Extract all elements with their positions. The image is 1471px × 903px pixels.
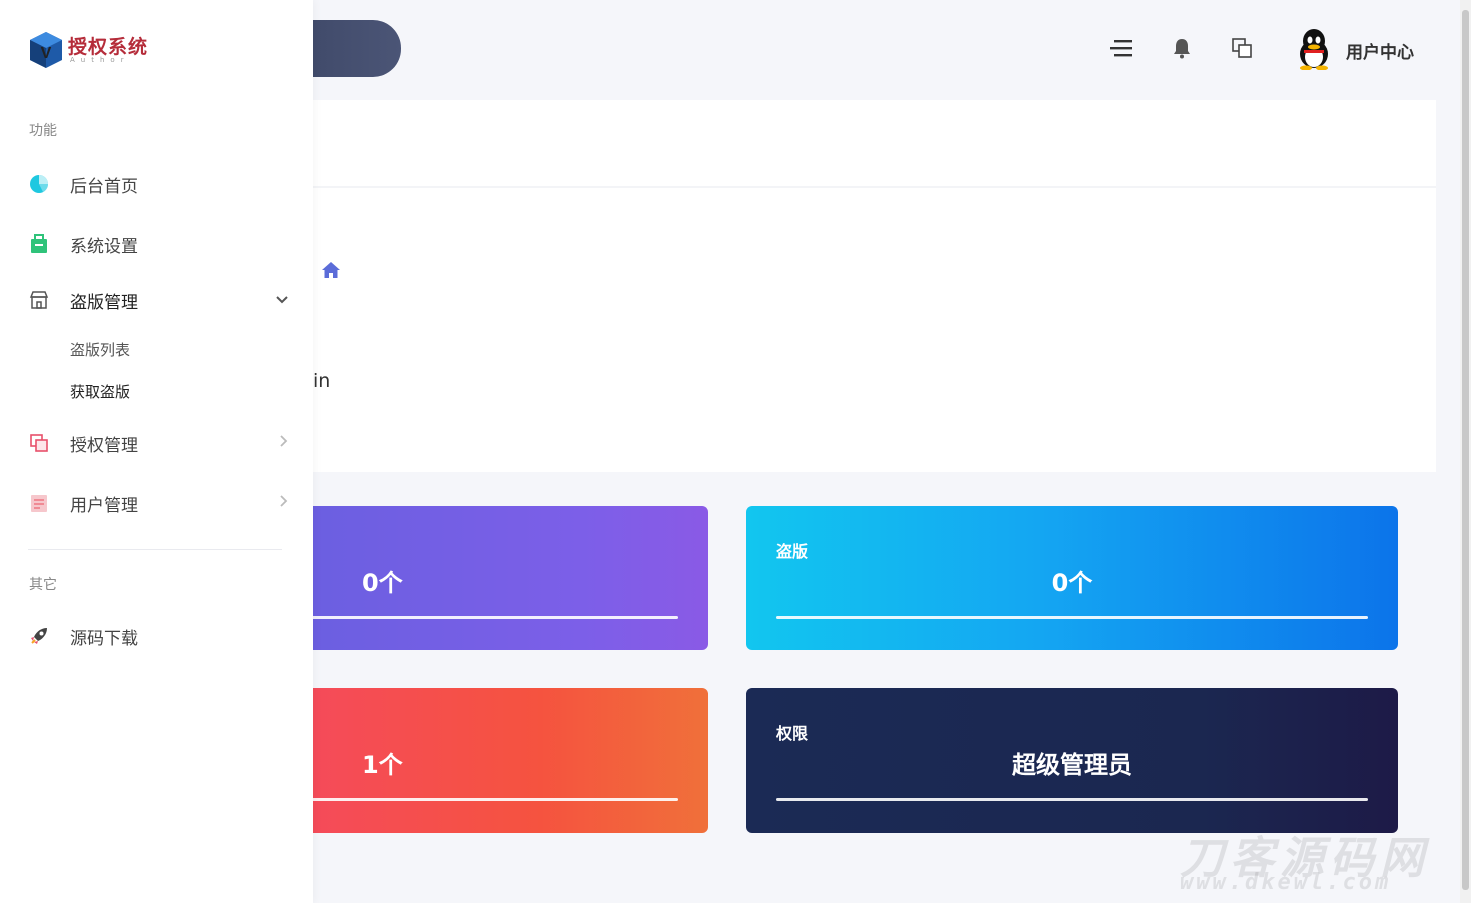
panel-divider xyxy=(312,186,1436,188)
sidebar-item-label: 用户管理 xyxy=(70,495,138,516)
content-panel xyxy=(312,100,1436,472)
section-title-functions: 功能 xyxy=(29,123,57,139)
rocket-icon xyxy=(28,625,50,647)
chevron-right-icon[interactable] xyxy=(280,495,288,511)
stat-card-value: 0个 xyxy=(362,569,403,597)
logo-subtitle: Author xyxy=(70,56,130,64)
dashboard-icon xyxy=(28,173,50,195)
menu-icon[interactable] xyxy=(1107,34,1135,62)
stat-card-bar xyxy=(290,798,678,801)
stat-card: 1个 xyxy=(290,688,708,833)
stat-card: 0个 xyxy=(290,506,708,650)
sidebar-item-license[interactable]: 授权管理 xyxy=(28,423,290,463)
logo-title: 授权系统 xyxy=(68,36,149,58)
sidebar-item-label: 盗版管理 xyxy=(70,292,138,313)
stat-card-bar xyxy=(776,798,1368,801)
sidebar-item-label: 系统设置 xyxy=(70,236,138,257)
svg-text:V: V xyxy=(41,45,52,62)
store-icon xyxy=(28,289,50,311)
sidebar-item-label: 授权管理 xyxy=(70,435,138,456)
qq-avatar-icon[interactable] xyxy=(1296,28,1332,71)
watermark-url: www.dkewl.com xyxy=(1180,870,1392,895)
logo-icon: V xyxy=(30,32,62,68)
chevron-down-icon[interactable] xyxy=(276,292,288,308)
stat-card-label: 盗版 xyxy=(776,542,809,561)
section-title-other: 其它 xyxy=(29,577,57,593)
stat-card-permission: 权限 超级管理员 xyxy=(746,688,1398,833)
sidebar-divider xyxy=(28,549,282,550)
sidebar-item-users[interactable]: 用户管理 xyxy=(28,483,290,523)
window-icon[interactable] xyxy=(1228,34,1256,62)
user-center-link[interactable]: 用户中心 xyxy=(1346,38,1414,63)
sidebar-item-dashboard[interactable]: 后台首页 xyxy=(28,164,290,204)
home-icon[interactable] xyxy=(320,260,342,280)
sidebar-item-label: 源码下载 xyxy=(70,628,138,649)
stat-card-label: 权限 xyxy=(776,724,809,743)
stat-card-value: 1个 xyxy=(362,751,403,779)
sidebar-item-piracy[interactable]: 盗版管理 xyxy=(28,280,290,320)
bell-icon[interactable] xyxy=(1168,34,1196,62)
scrollbar-thumb[interactable] xyxy=(1462,10,1469,890)
sidebar-subitem-piracy-list[interactable]: 盗版列表 xyxy=(70,339,130,360)
sidebar-subitem-get-piracy[interactable]: 获取盗版 xyxy=(70,381,130,402)
sidebar-item-label: 后台首页 xyxy=(70,176,138,197)
welcome-text: in xyxy=(313,370,331,392)
stat-card-value: 0个 xyxy=(1051,569,1093,597)
copy-icon xyxy=(28,432,50,454)
sidebar: V 授权系统 Author 功能 后台首页 系统设置 盗版管理 盗版列表 获取盗… xyxy=(0,0,313,903)
stat-card-bar xyxy=(776,616,1368,619)
stat-card-bar xyxy=(290,616,678,619)
sidebar-item-source-download[interactable]: 源码下载 xyxy=(28,616,290,656)
stat-card-piracy: 盗版 0个 xyxy=(746,506,1398,650)
sidebar-item-settings[interactable]: 系统设置 xyxy=(28,224,290,264)
chevron-right-icon[interactable] xyxy=(280,435,288,451)
user-list-icon xyxy=(28,492,50,514)
settings-box-icon xyxy=(28,233,50,255)
stat-card-value: 超级管理员 xyxy=(1012,751,1132,779)
